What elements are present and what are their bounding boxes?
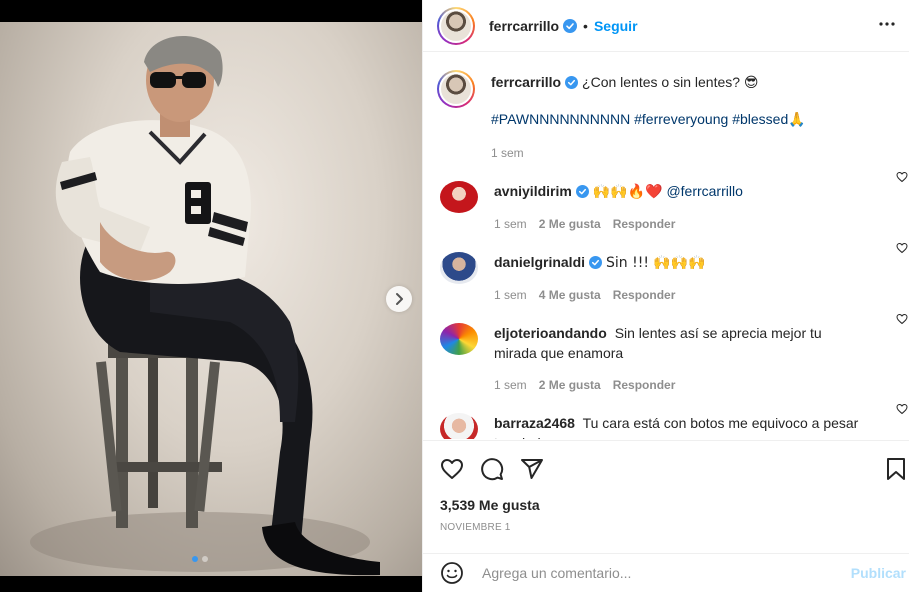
commenter-username[interactable]: barraza2468 <box>494 415 575 431</box>
commenter-username[interactable]: danielgrinaldi <box>494 254 585 270</box>
comment-likes[interactable]: 2 Me gusta <box>539 214 601 234</box>
chevron-right-icon <box>396 293 403 305</box>
commenter-username[interactable]: eljoterioandando <box>494 325 607 341</box>
comment-item: barraza2468 Tu cara está con botos me eq… <box>423 395 909 439</box>
post-media <box>0 0 422 592</box>
mention-link[interactable]: @ferrcarrillo <box>666 183 742 199</box>
comment-text: 🙌🙌🔥❤️ <box>592 184 663 200</box>
verified-badge-icon <box>565 76 579 89</box>
commenter-avatar[interactable] <box>440 252 478 284</box>
comment-text: Sin !!! 🙌🙌🙌 <box>606 255 706 271</box>
likes-count[interactable]: 3,539 Me gusta <box>440 497 540 513</box>
comment-time[interactable]: 1 sem <box>494 285 527 305</box>
comment-icon[interactable] <box>480 457 504 481</box>
post-header: ferrcarrillo • Seguir <box>423 0 909 52</box>
media-pagination <box>192 556 208 562</box>
commenter-avatar[interactable] <box>440 323 478 355</box>
reply-button[interactable]: Responder <box>613 214 676 234</box>
post-photo-illustration <box>30 35 380 576</box>
verified-badge-icon <box>575 185 589 198</box>
publish-button[interactable]: Publicar <box>851 565 906 581</box>
caption-text: ¿Con lentes o sin lentes? <box>582 74 741 90</box>
more-options-icon[interactable] <box>877 14 897 34</box>
comment-like-icon[interactable] <box>896 171 908 183</box>
comment-likes[interactable]: 2 Me gusta <box>539 375 601 395</box>
author-avatar[interactable] <box>437 6 475 45</box>
bookmark-icon[interactable] <box>885 457 907 481</box>
post-photo[interactable] <box>0 22 422 576</box>
header-separator: • <box>583 17 588 34</box>
caption-avatar[interactable] <box>437 70 475 108</box>
share-icon[interactable] <box>520 457 544 481</box>
post-actions <box>423 440 909 492</box>
comment-item: danielgrinaldi Sin !!! 🙌🙌🙌 1 sem 4 Me gus… <box>423 234 909 305</box>
reply-button[interactable]: Responder <box>613 375 676 395</box>
hashtag-link[interactable]: #PAWNNNNNNNNNN <box>491 111 630 127</box>
commenter-username[interactable]: avniyildirim <box>494 183 572 199</box>
hashtag-emoji: 🙏 <box>788 112 806 128</box>
comment-likes[interactable]: 4 Me gusta <box>539 285 601 305</box>
comment-like-icon[interactable] <box>896 403 908 415</box>
verified-badge-icon <box>589 256 603 269</box>
hashtag-link[interactable]: #ferreveryoung <box>634 111 728 127</box>
comments-scroll-area[interactable]: ferrcarrillo ¿Con lentes o sin lentes? 😎 … <box>423 53 909 439</box>
comment-time[interactable]: 1 sem <box>494 375 527 395</box>
caption-username[interactable]: ferrcarrillo <box>491 74 561 90</box>
comment-input[interactable] <box>482 565 842 581</box>
comment-like-icon[interactable] <box>896 313 908 325</box>
comment-item: eljoterioandando Sin lentes así se aprec… <box>423 305 909 395</box>
hashtag-link[interactable]: #blessed <box>732 111 788 127</box>
media-dot <box>202 556 208 562</box>
caption: ferrcarrillo ¿Con lentes o sin lentes? 😎 … <box>423 53 909 163</box>
caption-emoji: 😎 <box>743 75 759 91</box>
comment-composer: Publicar <box>423 553 909 592</box>
verified-badge-icon <box>563 18 578 33</box>
comment-item: avniyildirim 🙌🙌🔥❤️ @ferrcarrillo 1 sem 2 … <box>423 163 909 234</box>
commenter-avatar[interactable] <box>440 181 478 213</box>
emoji-icon[interactable] <box>440 561 464 585</box>
author-username[interactable]: ferrcarrillo <box>489 18 559 34</box>
commenter-avatar[interactable] <box>440 413 478 439</box>
heart-icon[interactable] <box>440 457 464 481</box>
media-dot <box>192 556 198 562</box>
caption-time[interactable]: 1 sem <box>491 143 524 163</box>
follow-button[interactable]: Seguir <box>594 18 638 34</box>
reply-button[interactable]: Responder <box>613 285 676 305</box>
comment-like-icon[interactable] <box>896 242 908 254</box>
post-sidebar: ferrcarrillo • Seguir ferrcarrillo ¿Con l… <box>422 0 909 592</box>
post-date: NOVIEMBRE 1 <box>440 522 511 533</box>
next-photo-button[interactable] <box>386 286 412 312</box>
comment-time[interactable]: 1 sem <box>494 214 527 234</box>
